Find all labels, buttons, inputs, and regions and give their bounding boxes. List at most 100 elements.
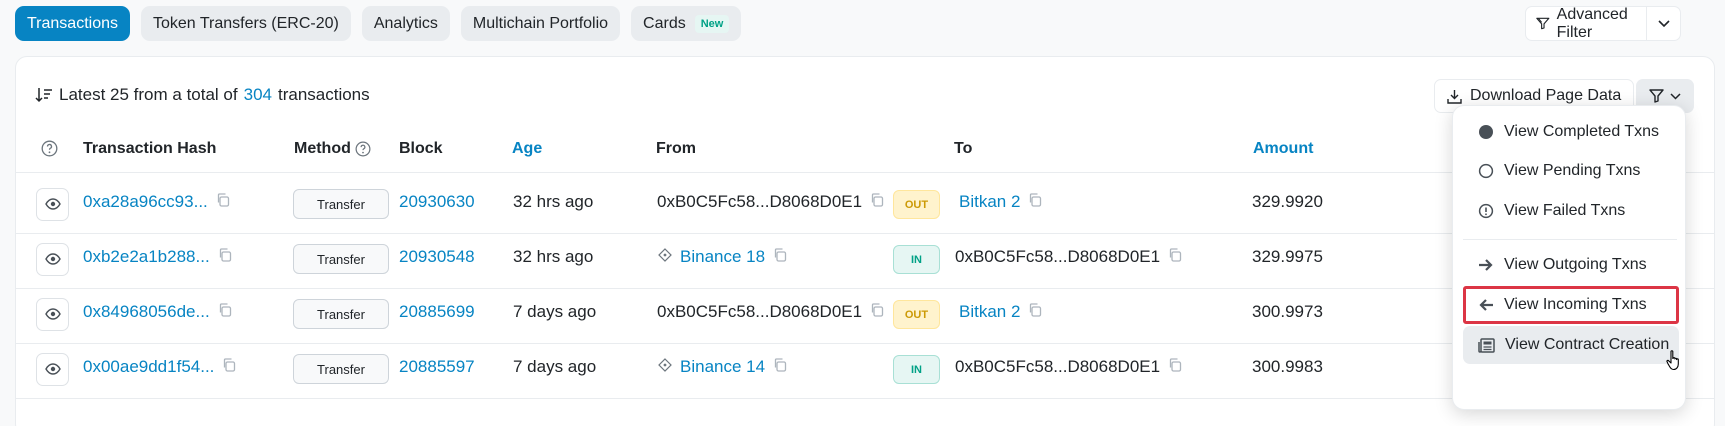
copy-icon[interactable] — [773, 247, 787, 267]
txn-hash[interactable]: 0xa28a96cc93... — [83, 192, 208, 212]
method-badge: Transfer — [293, 244, 389, 274]
from-cell: 0xB0C5Fc58...D8068D0E1 — [657, 302, 884, 322]
help-icon[interactable] — [41, 140, 58, 157]
block-number[interactable]: 20930630 — [399, 192, 475, 212]
menu-item-view-incoming[interactable]: View Incoming Txns — [1463, 286, 1679, 324]
view-details-button[interactable] — [36, 243, 69, 276]
copy-icon[interactable] — [218, 302, 232, 322]
block-number[interactable]: 20885699 — [399, 302, 475, 322]
copy-icon[interactable] — [870, 192, 884, 212]
txn-hash[interactable]: 0x84968056de... — [83, 302, 210, 322]
to-cell: Bitkan 2 — [959, 192, 1042, 212]
method-label: Method — [294, 140, 351, 157]
amount-value: 300.9983 — [1252, 357, 1323, 376]
tab-analytics[interactable]: Analytics — [361, 6, 450, 41]
from-cell: 0xB0C5Fc58...D8068D0E1 — [657, 192, 884, 212]
copy-icon[interactable] — [1028, 192, 1042, 212]
txn-hash[interactable]: 0xb2e2a1b288... — [83, 247, 210, 267]
txn-hash[interactable]: 0x00ae9dd1f54... — [83, 357, 214, 377]
to-address[interactable]: Bitkan 2 — [959, 192, 1020, 212]
filter-icon — [1649, 89, 1664, 103]
filter-icon — [1536, 17, 1550, 30]
copy-icon[interactable] — [870, 302, 884, 322]
to-address[interactable]: 0xB0C5Fc58...D8068D0E1 — [955, 357, 1160, 377]
menu-item-label: View Completed Txns — [1504, 123, 1660, 140]
new-badge: New — [694, 14, 730, 33]
block-cell: 20885699 — [399, 302, 475, 322]
chevron-down-icon — [1657, 19, 1670, 27]
age-cell: 32 hrs ago — [513, 192, 593, 212]
age-value: 32 hrs ago — [513, 192, 594, 211]
amount-cell: 300.9973 — [1252, 302, 1323, 322]
to-address[interactable]: 0xB0C5Fc58...D8068D0E1 — [955, 247, 1160, 267]
copy-icon[interactable] — [1028, 302, 1042, 322]
from-address[interactable]: 0xB0C5Fc58...D8068D0E1 — [657, 192, 862, 212]
tab-label: Token Transfers (ERC-20) — [153, 15, 339, 32]
view-details-button[interactable] — [36, 298, 69, 331]
advanced-filter-dropdown-button[interactable] — [1646, 7, 1680, 40]
method-badge: Transfer — [293, 299, 389, 329]
amount-value: 329.9975 — [1252, 247, 1323, 266]
from-cell: Binance 18 — [658, 247, 787, 267]
download-label: Download Page Data — [1470, 87, 1622, 104]
age-value: 7 days ago — [513, 357, 597, 376]
view-details-button[interactable] — [36, 353, 69, 386]
arrow-left-icon — [1479, 299, 1493, 311]
copy-icon[interactable] — [1168, 357, 1182, 377]
total-count[interactable]: 304 — [244, 85, 272, 105]
tab-multichain-portfolio[interactable]: Multichain Portfolio — [460, 6, 621, 41]
menu-item-view-pending[interactable]: View Pending Txns — [1463, 152, 1679, 190]
copy-icon[interactable] — [773, 357, 787, 377]
amount-value: 300.9973 — [1252, 302, 1323, 321]
menu-item-view-contract-creation[interactable]: View Contract Creation — [1463, 326, 1679, 364]
advanced-filter-button[interactable]: Advanced Filter — [1526, 5, 1646, 41]
contract-icon — [658, 247, 672, 267]
tab-token-transfers[interactable]: Token Transfers (ERC-20) — [141, 6, 351, 41]
column-header-method: Method — [294, 140, 371, 158]
advanced-filter-label: Advanced Filter — [1556, 5, 1628, 41]
tab-transactions[interactable]: Transactions — [15, 6, 130, 41]
advanced-filter-control: Advanced Filter — [1525, 6, 1681, 41]
direction-badge: IN — [893, 355, 940, 384]
menu-item-view-failed[interactable]: View Failed Txns — [1463, 192, 1679, 230]
hash-cell: 0xa28a96cc93... — [83, 192, 230, 212]
direction-badge: IN — [893, 245, 940, 274]
copy-icon[interactable] — [218, 247, 232, 267]
amount-cell: 300.9983 — [1252, 357, 1323, 377]
column-header-hash: Transaction Hash — [83, 140, 217, 157]
block-number[interactable]: 20885597 — [399, 357, 475, 377]
view-details-button[interactable] — [36, 188, 69, 221]
age-cell: 7 days ago — [513, 302, 596, 322]
hash-cell: 0x84968056de... — [83, 302, 232, 322]
menu-item-label: View Outgoing Txns — [1504, 256, 1647, 273]
copy-icon[interactable] — [222, 357, 236, 377]
filled-circle-icon — [1479, 125, 1493, 139]
hash-cell: 0xb2e2a1b288... — [83, 247, 232, 267]
tab-cards[interactable]: Cards New — [631, 6, 742, 41]
menu-item-label: View Contract Creation — [1505, 336, 1670, 353]
mouse-cursor-icon — [1666, 350, 1679, 371]
hash-cell: 0x00ae9dd1f54... — [83, 357, 236, 377]
info-icon[interactable] — [355, 141, 371, 157]
eye-icon — [44, 305, 61, 325]
column-header-amount[interactable]: Amount — [1253, 140, 1313, 158]
block-number[interactable]: 20930548 — [399, 247, 475, 267]
from-address[interactable]: Binance 18 — [680, 247, 765, 267]
copy-icon[interactable] — [1168, 247, 1182, 267]
direction-badge: OUT — [893, 190, 940, 219]
age-cell: 32 hrs ago — [513, 247, 593, 267]
menu-item-view-completed[interactable]: View Completed Txns — [1463, 113, 1679, 151]
eye-icon — [44, 360, 61, 380]
from-address[interactable]: Binance 14 — [680, 357, 765, 377]
block-cell: 20885597 — [399, 357, 475, 377]
download-icon — [1447, 89, 1462, 104]
menu-item-view-outgoing[interactable]: View Outgoing Txns — [1463, 246, 1679, 284]
eye-icon — [44, 195, 61, 215]
empty-circle-icon — [1478, 163, 1494, 179]
from-address[interactable]: 0xB0C5Fc58...D8068D0E1 — [657, 302, 862, 322]
amount-cell: 329.9920 — [1252, 192, 1323, 212]
column-header-age[interactable]: Age — [512, 140, 542, 158]
to-address[interactable]: Bitkan 2 — [959, 302, 1020, 322]
copy-icon[interactable] — [216, 192, 230, 212]
tab-label: Cards — [643, 15, 686, 32]
